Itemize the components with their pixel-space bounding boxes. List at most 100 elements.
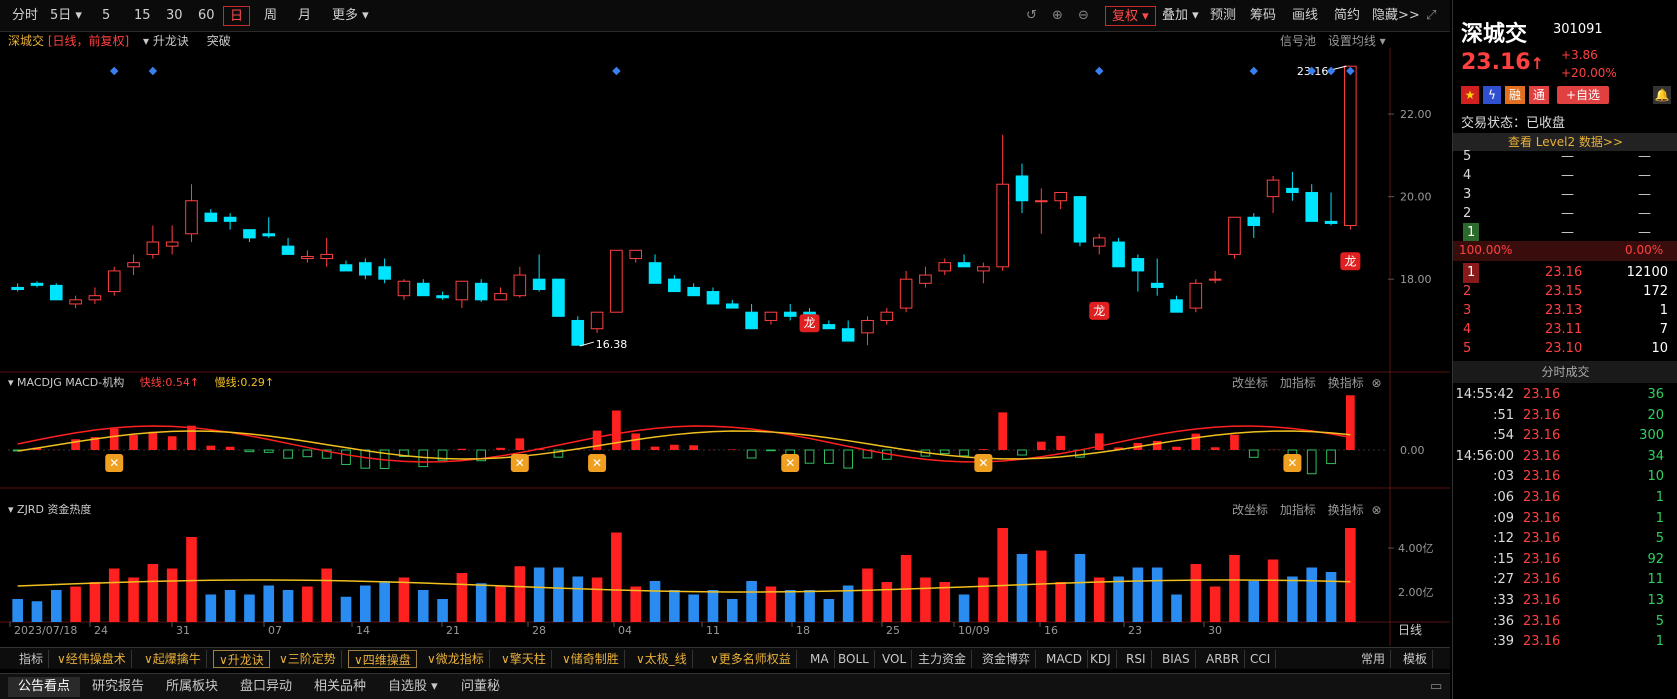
x-axis-label: 16 xyxy=(1044,624,1058,637)
indicator-tab[interactable]: ∨擎天柱 xyxy=(496,650,552,668)
bottom-tab[interactable]: 自选股 ▾ xyxy=(378,677,448,697)
chips-button[interactable]: 筹码 xyxy=(1244,6,1282,26)
indicator-tab[interactable]: KDJ xyxy=(1085,650,1117,668)
indicator-tab[interactable]: ∨太极_线 xyxy=(631,650,693,668)
indicator-name[interactable]: ▾ 升龙诀 xyxy=(143,34,189,48)
volume-bar xyxy=(707,590,719,622)
undo-icon[interactable]: ↺ xyxy=(1020,6,1043,26)
signal-pool-link[interactable]: 信号池 xyxy=(1280,34,1316,48)
minimize-icon[interactable]: ▭ xyxy=(1420,677,1452,697)
buy-level: 1 xyxy=(1463,263,1480,283)
buy-row: 3 23.13 1 xyxy=(1453,301,1677,321)
zoom-in-icon[interactable]: ⊕ xyxy=(1046,6,1069,26)
zjrd-title[interactable]: ▾ ZJRD 资金热度 xyxy=(8,503,91,516)
indicator-tab[interactable]: VOL xyxy=(877,650,913,668)
indicator-tab[interactable]: 指标 xyxy=(14,650,50,668)
bottom-tab[interactable]: 盘口异动 xyxy=(230,677,302,697)
zjrd-add-indicator[interactable]: 加指标 xyxy=(1280,503,1316,517)
macd-add-indicator[interactable]: 加指标 xyxy=(1280,376,1316,390)
volume-bar xyxy=(746,581,757,622)
indicator-tab[interactable]: ∨四维操盘 xyxy=(348,650,417,668)
chart-header-right: 信号池 设置均线 ▾ xyxy=(1280,32,1386,49)
macd-switch-indicator[interactable]: 换指标 xyxy=(1328,376,1364,390)
volume-bar xyxy=(360,585,371,622)
buy-volume: 7 xyxy=(1659,322,1668,337)
overlay-button[interactable]: 叠加 ▾ xyxy=(1156,6,1205,26)
indicator-tab[interactable]: ∨微龙指标 xyxy=(422,650,490,668)
tab-15min[interactable]: 15 xyxy=(128,6,157,26)
set-ma-link[interactable]: 设置均线 ▾ xyxy=(1328,34,1386,48)
tab-intraday[interactable]: 分时 xyxy=(6,6,44,26)
indicator-tab[interactable]: 常用 xyxy=(1356,650,1392,668)
tab-5day[interactable]: 5日 ▾ xyxy=(44,6,88,26)
indicator-tab[interactable]: ∨经伟操盘术 xyxy=(52,650,132,668)
trade-time: :15 xyxy=(1493,551,1514,567)
volume-bar xyxy=(572,576,584,622)
tab-5min[interactable]: 5 xyxy=(96,6,116,26)
candle xyxy=(320,253,333,260)
adjust-button[interactable]: 复权 ▾ xyxy=(1105,6,1156,26)
candle xyxy=(1208,278,1222,281)
macd-bar xyxy=(109,428,119,450)
volume-bar xyxy=(475,583,487,622)
trade-price: 23.16 xyxy=(1523,551,1561,567)
macd-title[interactable]: ▾ MACDJG MACD-机构 xyxy=(8,376,124,389)
sell-price: — xyxy=(1561,187,1574,202)
close-icon[interactable]: ⊗ xyxy=(1372,376,1382,390)
indicator-tab[interactable]: ARBR xyxy=(1201,650,1246,668)
fullscreen-icon[interactable]: ⤢ xyxy=(1420,6,1442,26)
tab-week[interactable]: 周 xyxy=(258,6,283,26)
buy-level: 2 xyxy=(1463,284,1472,299)
bottom-tab[interactable]: 研究报告 xyxy=(82,677,154,697)
dragon-badge-label: 龙 xyxy=(1093,304,1105,318)
bottom-tab[interactable]: 问董秘 xyxy=(451,677,510,697)
draw-button[interactable]: 画线 xyxy=(1286,6,1324,26)
macd-change-axis[interactable]: 改坐标 xyxy=(1232,376,1268,390)
indicator-tab[interactable]: ∨三阶定势 xyxy=(274,650,342,668)
simple-button[interactable]: 简约 xyxy=(1328,6,1366,26)
add-watchlist-button[interactable]: +自选 xyxy=(1557,86,1609,104)
candle xyxy=(706,291,720,305)
bottom-tab[interactable]: 相关品种 xyxy=(304,677,376,697)
indicator-tab[interactable]: ∨储奇制胜 xyxy=(557,650,625,668)
trade-volume: 1 xyxy=(1655,490,1664,505)
indicator-tab[interactable]: 模板 xyxy=(1398,650,1434,668)
indicator-tab[interactable]: 资金博弈 xyxy=(977,650,1037,668)
chart-canvas[interactable]: 22.0020.0018.0023.1616.38龙龙龙0.00✕✕✕✕✕✕4.… xyxy=(0,48,1450,646)
indicator-tab[interactable]: BOLL xyxy=(833,650,875,668)
indicator-tab[interactable]: ∨升龙诀 xyxy=(213,650,270,668)
zoom-out-icon[interactable]: ⊖ xyxy=(1072,6,1095,26)
tab-60min[interactable]: 60 xyxy=(192,6,221,26)
candle xyxy=(899,278,913,309)
bottom-tab[interactable]: 所属板块 xyxy=(156,677,228,697)
zjrd-switch-indicator[interactable]: 换指标 xyxy=(1328,503,1364,517)
close-icon[interactable]: ⊗ xyxy=(1372,503,1382,517)
macd-bar xyxy=(263,449,274,453)
sell-volume: — xyxy=(1638,149,1651,164)
indicator-tab[interactable]: RSI xyxy=(1121,650,1152,668)
zjrd-change-axis[interactable]: 改坐标 xyxy=(1232,503,1268,517)
indicator-tab[interactable]: CCI xyxy=(1245,650,1277,668)
candle xyxy=(1305,191,1319,222)
forecast-button[interactable]: 预测 xyxy=(1204,6,1242,26)
tab-month[interactable]: 月 xyxy=(292,6,317,26)
bottom-tab[interactable]: 公告看点 xyxy=(8,677,81,697)
sell-price: — xyxy=(1561,206,1574,221)
volume-bar xyxy=(997,528,1008,622)
indicator-tab[interactable]: ∨更多名师权益 xyxy=(705,650,797,668)
candle xyxy=(455,280,469,301)
tab-more[interactable]: 更多 ▾ xyxy=(326,6,375,26)
hide-button[interactable]: 隐藏>> xyxy=(1366,6,1426,26)
macd-bar xyxy=(998,412,1008,450)
trade-row: :06 23.16 1 xyxy=(1453,488,1677,508)
indicator-tab[interactable]: MACD xyxy=(1041,650,1088,668)
indicator-tab[interactable]: ∨起爆擒牛 xyxy=(139,650,207,668)
indicator-tab[interactable]: MA xyxy=(805,650,835,668)
tab-day[interactable]: 日 xyxy=(223,6,251,26)
volume-bar xyxy=(1325,572,1337,622)
bell-icon[interactable]: 🔔 xyxy=(1653,86,1671,104)
tab-30min[interactable]: 30 xyxy=(160,6,189,26)
indicator-tab[interactable]: BIAS xyxy=(1157,650,1196,668)
indicator-tab[interactable]: 主力资金 xyxy=(913,650,973,668)
macd-fast-label: 快线:0.54↑ xyxy=(139,376,200,389)
